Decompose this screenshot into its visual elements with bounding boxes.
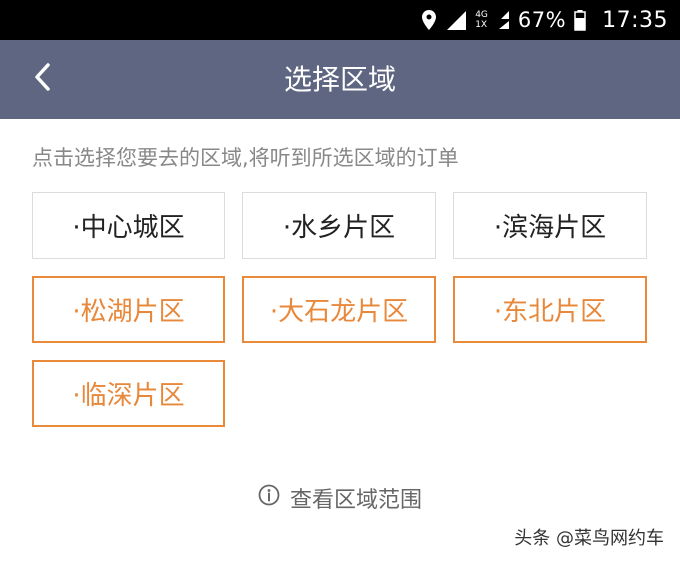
region-button-shuixiang[interactable]: ·水乡片区 bbox=[242, 192, 436, 259]
battery-percent: 67% bbox=[517, 8, 567, 32]
network-type-bottom: 1X bbox=[475, 20, 488, 30]
region-button-zhongxin[interactable]: ·中心城区 bbox=[32, 192, 225, 259]
view-range-label: 查看区域范围 bbox=[289, 488, 422, 513]
region-button-linshen[interactable]: ·临深片区 bbox=[32, 360, 225, 427]
region-grid: ·中心城区 ·水乡片区 ·滨海片区 ·松湖片区 ·大石龙片区 ·东北片区 ·临深… bbox=[32, 192, 647, 427]
view-range-link[interactable]: 查看区域范围 bbox=[0, 482, 680, 514]
region-button-songhu[interactable]: ·松湖片区 bbox=[32, 276, 225, 343]
network-type-top: 4G bbox=[475, 10, 488, 20]
status-bar: 4G 1X 67% 17:35 bbox=[0, 0, 680, 40]
instruction-text: 点击选择您要去的区域,将听到所选区域的订单 bbox=[32, 146, 459, 170]
clock: 17:35 bbox=[602, 7, 668, 33]
watermark: 头条 @菜鸟网约车 bbox=[514, 528, 664, 549]
status-icons: 4G 1X 67% 17:35 bbox=[421, 0, 668, 40]
region-button-binhai[interactable]: ·滨海片区 bbox=[453, 192, 647, 259]
info-icon bbox=[258, 484, 280, 512]
region-button-dongbei[interactable]: ·东北片区 bbox=[453, 276, 647, 343]
signal-icon bbox=[445, 9, 467, 31]
region-button-dashilong[interactable]: ·大石龙片区 bbox=[242, 276, 436, 343]
battery-icon bbox=[574, 9, 586, 31]
location-icon bbox=[421, 9, 437, 31]
page-title: 选择区域 bbox=[283, 63, 396, 96]
nav-bar: 选择区域 bbox=[0, 40, 680, 119]
network-type: 4G 1X bbox=[475, 10, 488, 30]
mobile-data-icon bbox=[490, 9, 510, 31]
